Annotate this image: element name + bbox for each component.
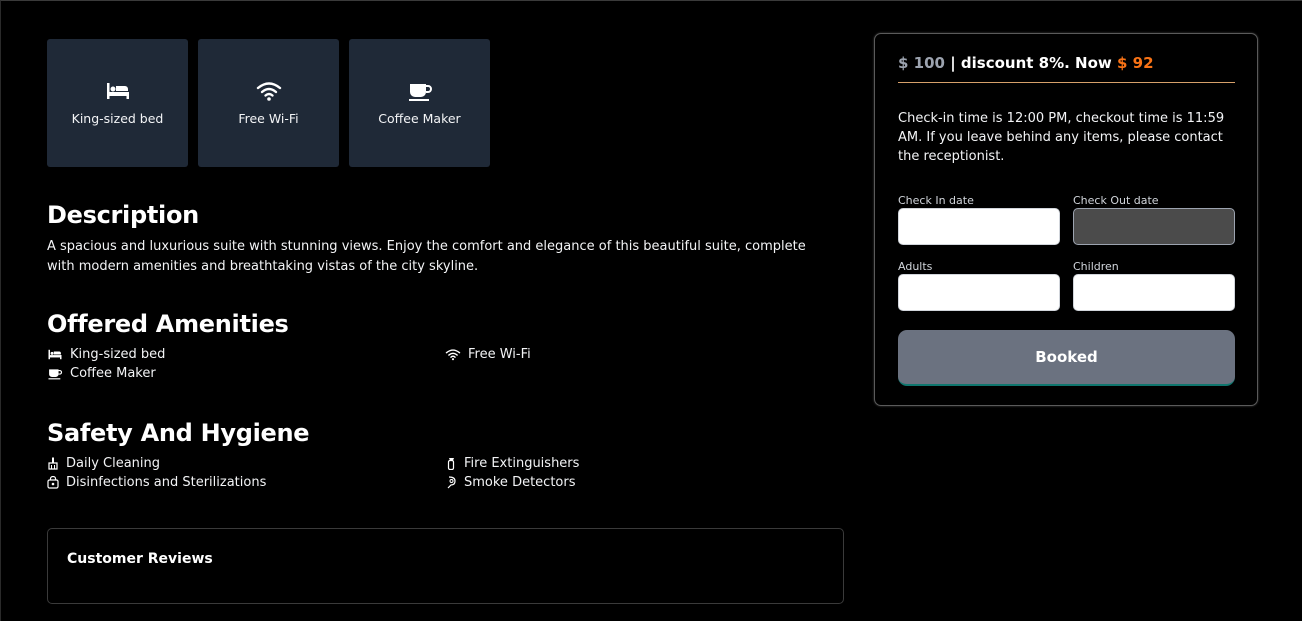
tile-king-bed: King-sized bed bbox=[47, 39, 188, 167]
amenity-item: Coffee Maker bbox=[47, 366, 156, 381]
wifi-icon bbox=[445, 349, 461, 361]
amenity-label: Coffee Maker bbox=[70, 366, 156, 381]
checkout-date-label: Check Out date bbox=[1073, 194, 1159, 207]
children-label: Children bbox=[1073, 260, 1119, 273]
smoke-detector-icon bbox=[447, 476, 456, 489]
description-text: A spacious and luxurious suite with stun… bbox=[47, 239, 806, 274]
tile-label: King-sized bed bbox=[71, 111, 164, 126]
amenity-item: Free Wi-Fi bbox=[445, 347, 531, 362]
tile-label: Free Wi-Fi bbox=[238, 111, 299, 126]
checkin-policy-text: Check-in time is 12:00 PM, checkout time… bbox=[898, 111, 1225, 164]
amenity-label: King-sized bed bbox=[70, 347, 166, 362]
adults-input[interactable] bbox=[898, 274, 1060, 311]
room-details-page: King-sized bed Free Wi-Fi Coffee Maker D… bbox=[0, 0, 1302, 621]
safety-label: Fire Extinguishers bbox=[464, 456, 580, 471]
safety-item: Smoke Detectors bbox=[445, 475, 575, 490]
price-divider bbox=[898, 82, 1235, 83]
fire-extinguisher-icon bbox=[447, 458, 455, 470]
amenity-item: King-sized bed bbox=[47, 347, 165, 362]
amenities-heading: Offered Amenities bbox=[47, 310, 289, 338]
discounted-price: $ 92 bbox=[1117, 54, 1154, 72]
booked-button[interactable]: Booked bbox=[898, 330, 1235, 386]
checkin-date-input[interactable] bbox=[898, 208, 1060, 245]
tile-coffee-maker: Coffee Maker bbox=[349, 39, 490, 167]
adults-label: Adults bbox=[898, 260, 933, 273]
safety-heading: Safety And Hygiene bbox=[47, 419, 310, 447]
children-input[interactable] bbox=[1073, 274, 1235, 311]
safety-item: Fire Extinguishers bbox=[445, 456, 579, 471]
checkout-date-input[interactable] bbox=[1073, 208, 1235, 245]
cleaning-icon bbox=[48, 457, 58, 470]
original-price: $ 100 bbox=[898, 54, 945, 72]
amenity-label: Free Wi-Fi bbox=[468, 347, 531, 362]
tile-label: Coffee Maker bbox=[378, 111, 461, 126]
tile-wifi: Free Wi-Fi bbox=[198, 39, 339, 167]
safety-item: Daily Cleaning bbox=[47, 456, 160, 471]
safety-label: Disinfections and Sterilizations bbox=[66, 475, 267, 490]
safety-label: Daily Cleaning bbox=[66, 456, 161, 471]
customer-reviews-panel: Customer Reviews bbox=[47, 528, 844, 604]
sterilization-icon bbox=[47, 476, 59, 489]
reviews-heading: Customer Reviews bbox=[67, 551, 213, 567]
booking-card: $ 100 | discount 8%. Now $ 92 Check-in t… bbox=[874, 33, 1258, 406]
coffee-icon bbox=[48, 369, 63, 380]
checkin-date-label: Check In date bbox=[898, 194, 974, 207]
safety-label: Smoke Detectors bbox=[464, 475, 576, 490]
safety-item: Disinfections and Sterilizations bbox=[47, 475, 266, 490]
coffee-icon bbox=[408, 84, 432, 101]
wifi-icon bbox=[256, 82, 281, 101]
amenity-tiles: King-sized bed Free Wi-Fi Coffee Maker bbox=[47, 39, 490, 167]
bed-icon bbox=[48, 349, 62, 360]
discount-text: | discount 8%. Now bbox=[944, 54, 1117, 72]
description-heading: Description bbox=[47, 201, 199, 229]
price-line: $ 100 | discount 8%. Now $ 92 bbox=[898, 54, 1154, 72]
bed-icon bbox=[106, 83, 129, 99]
